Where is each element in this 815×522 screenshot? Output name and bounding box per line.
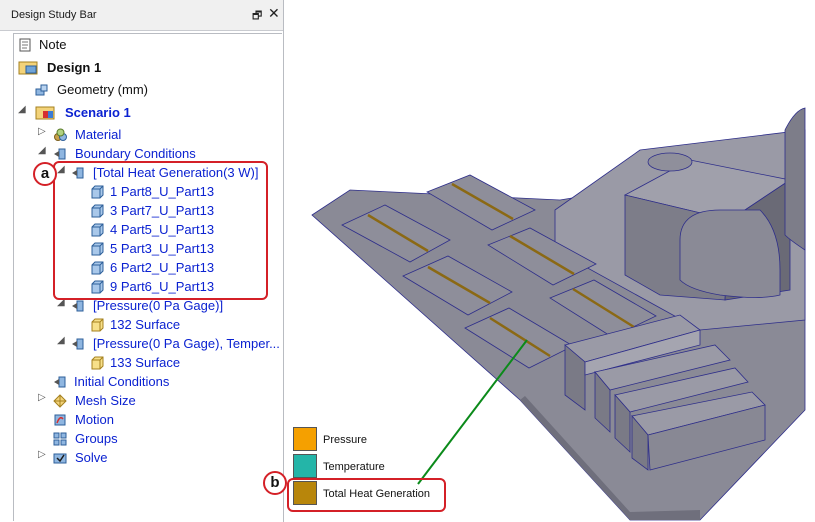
callout-badge-a: a [33,162,57,186]
leader-line [417,339,528,485]
tree-label: Motion [75,412,115,427]
tree-label: Geometry (mm) [57,82,148,97]
restore-icon[interactable]: 🗗 [252,7,262,26]
cylinder-cap [647,152,693,172]
expand-icon[interactable]: ▷ [38,126,46,137]
mesh-icon [53,394,67,408]
panel-titlebar: Design Study Bar 🗗 ✕ [0,0,283,31]
close-icon[interactable]: ✕ [268,5,280,22]
legend-swatch-temperature [293,454,317,478]
scenario-folder-icon [35,106,55,120]
surface-icon [91,356,104,370]
collapse-icon[interactable]: ◢ [57,335,65,346]
collapse-icon[interactable]: ◢ [38,145,46,156]
motion-icon [54,414,66,426]
tree-label: [Pressure(0 Pa Gage)] [93,298,224,313]
callout-box-b [287,478,446,512]
expand-icon[interactable]: ▷ [38,449,46,460]
surface-icon [91,318,104,332]
design-folder-icon [18,61,38,75]
tree-label: Design 1 [47,60,102,75]
legend-label-temperature: Temperature [323,461,385,473]
cylinder-body [679,209,781,298]
tree-label: 133 Surface [110,355,181,370]
tree-label: 132 Surface [110,317,181,332]
callout-box-a [53,161,268,300]
geometry-icon [35,84,48,96]
tree-label: Material [75,127,122,142]
tree-label: Mesh Size [75,393,136,408]
collapse-icon[interactable]: ◢ [18,104,26,115]
boundary-condition-icon [72,338,84,350]
legend-label-pressure: Pressure [323,434,368,446]
solve-icon [53,453,67,464]
initial-conditions-icon [54,376,66,388]
tree-label: Solve [75,450,108,465]
boundary-icon [54,148,66,160]
tree-label: Scenario 1 [65,105,131,120]
expand-icon[interactable]: ▷ [38,392,46,403]
material-icon [54,128,67,141]
boundary-condition-icon [72,300,84,312]
tree-label: Groups [75,431,118,446]
panel-title: Design Study Bar [11,9,97,21]
tree-label: Note [39,37,67,52]
note-icon [19,38,31,52]
tree-label: [Pressure(0 Pa Gage), Temper... [93,336,280,351]
legend-swatch-pressure [293,427,317,451]
tree-label: Initial Conditions [74,374,170,389]
tree-label: Boundary Conditions [75,146,196,161]
callout-badge-b: b [263,471,287,495]
groups-icon [53,432,67,446]
cylinder-right [784,107,806,251]
